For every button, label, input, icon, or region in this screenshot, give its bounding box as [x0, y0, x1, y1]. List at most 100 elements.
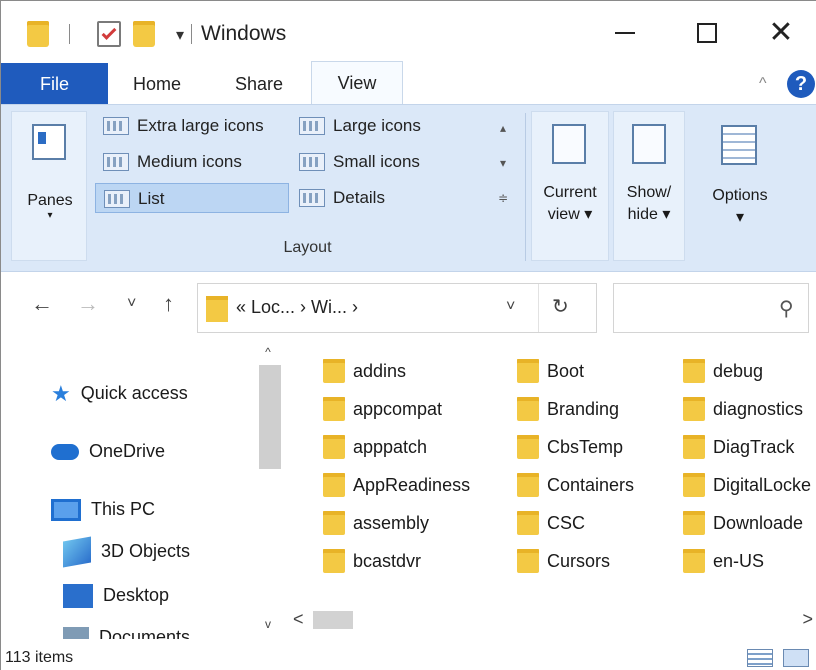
chevron-down-icon: ▾	[47, 210, 53, 221]
extra-large-icons-icon	[103, 117, 129, 135]
show-hide-label-line: hide ▾	[627, 206, 671, 223]
folder-item[interactable]: Cursors	[517, 543, 610, 579]
folder-item[interactable]: DigitalLocke	[683, 467, 811, 503]
maximize-button[interactable]	[677, 11, 737, 55]
back-icon[interactable]: ←	[31, 291, 53, 317]
folder-item[interactable]: appcompat	[323, 391, 442, 427]
folder-icon	[517, 359, 539, 383]
folder-item[interactable]: apppatch	[323, 429, 427, 465]
folder-name: AppReadiness	[353, 475, 471, 495]
folder-item[interactable]: diagnostics	[683, 391, 803, 427]
folder-item[interactable]: assembly	[323, 505, 429, 541]
search-icon: ⚲	[779, 298, 794, 320]
folder-item[interactable]: Boot	[517, 353, 584, 389]
folder-item[interactable]: debug	[683, 353, 763, 389]
search-input[interactable]: ⚲	[613, 283, 809, 333]
folder-icon	[683, 511, 705, 535]
minimize-button[interactable]	[595, 11, 655, 55]
layout-extra-large-icons[interactable]: Extra large icons	[95, 111, 291, 141]
nav-item-desktop[interactable]: Desktop	[63, 577, 169, 613]
show-hide-icon	[632, 124, 666, 164]
details-icon	[299, 189, 325, 207]
folder-item[interactable]: CSC	[517, 505, 585, 541]
expand-gallery-icon[interactable]: ≑	[492, 181, 514, 216]
properties-icon[interactable]	[97, 21, 121, 47]
new-folder-icon[interactable]	[133, 21, 155, 47]
nav-pane-scrollbar[interactable]: ^ v	[253, 341, 283, 639]
folder-item[interactable]: Containers	[517, 467, 634, 503]
layout-small-icons[interactable]: Small icons	[291, 147, 441, 177]
refresh-icon[interactable]: ↻	[552, 294, 569, 319]
layout-large-icons[interactable]: Large icons	[291, 111, 441, 141]
folder-item[interactable]: addins	[323, 353, 406, 389]
forward-icon[interactable]: →	[77, 291, 99, 317]
nav-item-3d-objects[interactable]: 3D Objects	[63, 533, 190, 569]
nav-item-onedrive[interactable]: OneDrive	[51, 433, 165, 469]
folder-name: appcompat	[353, 399, 443, 419]
options-button[interactable]: Options ▾	[695, 111, 785, 261]
folder-item[interactable]: en-US	[683, 543, 764, 579]
scrollbar-thumb[interactable]	[259, 365, 281, 469]
folder-item[interactable]: DiagTrack	[683, 429, 794, 465]
layout-gallery-scroll[interactable]: ▴ ▾ ≑	[492, 111, 514, 223]
large-icons-view-icon[interactable]	[783, 649, 809, 667]
scrollbar-thumb[interactable]	[313, 611, 353, 629]
divider	[525, 113, 526, 261]
panes-button[interactable]: Panes ▾	[11, 111, 87, 261]
folder-item[interactable]: CbsTemp	[517, 429, 623, 465]
help-icon[interactable]: ?	[787, 70, 815, 98]
nav-item-this-pc[interactable]: This PC	[51, 491, 155, 527]
folder-name: Downloade	[713, 513, 804, 533]
address-dropdown-icon[interactable]: ˅	[506, 298, 515, 316]
window-title: Windows	[201, 22, 287, 45]
scroll-right-icon[interactable]: >	[802, 609, 813, 630]
nav-item-label: Documents	[99, 627, 191, 639]
current-view-button[interactable]: Current view ▾	[531, 111, 609, 261]
folder-icon	[683, 435, 705, 459]
current-view-icon	[552, 124, 586, 164]
file-list-scrollbar[interactable]: < >	[283, 607, 816, 633]
nav-item-quick-access[interactable]: ★ Quick access	[51, 375, 188, 411]
folder-name: en-US	[713, 551, 765, 571]
scroll-up-icon[interactable]: ^	[253, 345, 283, 359]
chevron-up-icon[interactable]: ▴	[492, 111, 514, 146]
nav-item-documents[interactable]: Documents	[63, 619, 190, 639]
tab-share[interactable]: Share	[214, 63, 304, 105]
folder-name: Boot	[547, 361, 585, 381]
nav-item-label: Desktop	[103, 585, 170, 605]
layout-item-label: Medium icons	[137, 152, 242, 171]
tab-home[interactable]: Home	[114, 63, 200, 105]
tab-view[interactable]: View	[311, 61, 403, 105]
scroll-left-icon[interactable]: <	[293, 609, 304, 630]
layout-details[interactable]: Details	[291, 183, 441, 213]
address-bar[interactable]: « Loc... › Wi... › ˅ ↻	[197, 283, 597, 333]
options-label: Options ▾	[695, 185, 785, 229]
recent-locations-icon[interactable]: ˅	[127, 295, 136, 313]
show-hide-label-line: Show/	[626, 184, 672, 201]
folder-icon	[683, 359, 705, 383]
folder-icon	[27, 21, 49, 47]
folder-name: Containers	[547, 475, 635, 495]
ribbon-tabs: File Home Share View ^ ?	[1, 61, 816, 105]
folder-item[interactable]: Branding	[517, 391, 619, 427]
qat-dropdown-icon[interactable]: ▾	[176, 25, 184, 45]
show-hide-button[interactable]: Show/ hide ▾	[613, 111, 685, 261]
layout-item-label: List	[138, 189, 165, 208]
close-button[interactable]: ✕	[751, 11, 811, 55]
navigation-bar: ← → ˅ ↑ « Loc... › Wi... › ˅ ↻ ⚲	[1, 273, 816, 341]
folder-item[interactable]: bcastdvr	[323, 543, 421, 579]
folder-icon	[683, 473, 705, 497]
up-icon[interactable]: ↑	[163, 291, 174, 317]
chevron-down-icon[interactable]: ▾	[492, 146, 514, 181]
details-view-icon[interactable]	[747, 649, 773, 667]
folder-icon	[206, 296, 228, 322]
collapse-ribbon-icon[interactable]: ^	[759, 75, 767, 93]
folder-item[interactable]: AppReadiness	[323, 467, 470, 503]
scroll-down-icon[interactable]: v	[253, 617, 283, 631]
folder-item[interactable]: Downloade	[683, 505, 803, 541]
layout-medium-icons[interactable]: Medium icons	[95, 147, 291, 177]
tab-file[interactable]: File	[1, 63, 108, 105]
layout-list[interactable]: List	[95, 183, 289, 213]
breadcrumb[interactable]: « Loc... › Wi... ›	[236, 297, 358, 318]
options-icon	[721, 125, 757, 165]
